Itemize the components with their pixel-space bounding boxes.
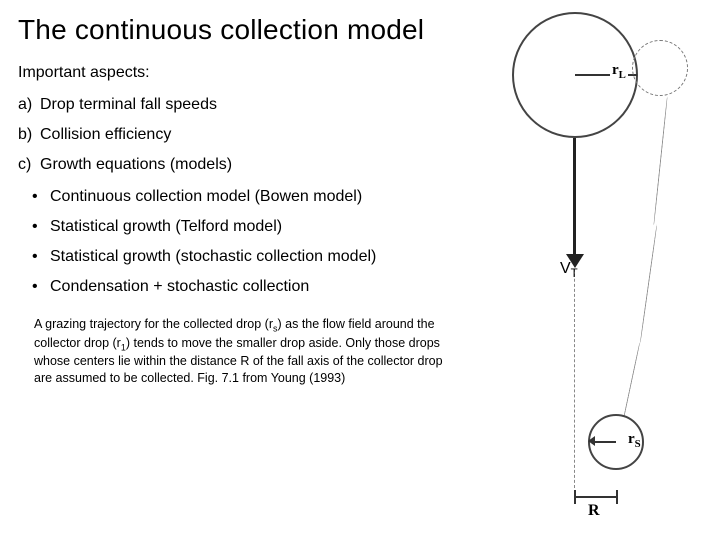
model-item: Condensation + stochastic collection xyxy=(36,278,500,296)
r-measure-line xyxy=(574,496,618,498)
subhead: Important aspects: xyxy=(18,64,500,82)
aspect-marker: c) xyxy=(18,156,40,174)
model-item: Statistical growth (Telford model) xyxy=(36,218,500,236)
models-list: Continuous collection model (Bowen model… xyxy=(18,188,500,296)
r-tick xyxy=(616,490,618,504)
rl-label: rL xyxy=(610,62,628,81)
rs-label: rS xyxy=(628,431,641,450)
figure-caption: A grazing trajectory for the collected d… xyxy=(18,308,448,387)
aspect-marker: b) xyxy=(18,126,40,144)
caption-text: A grazing trajectory for the collected d… xyxy=(34,317,273,331)
aspects-list: a)Drop terminal fall speeds b)Collision … xyxy=(18,96,500,174)
aspect-marker: a) xyxy=(18,96,40,114)
aspect-c: c)Growth equations (models) xyxy=(18,156,500,174)
model-item: Statistical growth (stochastic collectio… xyxy=(36,248,500,266)
vt-label: VT xyxy=(560,260,578,280)
trajectory-line xyxy=(653,96,668,225)
trajectory-line xyxy=(640,225,658,344)
fall-arrow xyxy=(573,138,576,256)
page-title: The continuous collection model xyxy=(18,14,500,46)
aspect-text: Growth equations (models) xyxy=(40,156,232,173)
collision-diagram: rL rS R xyxy=(510,6,710,526)
radius-line-rs xyxy=(592,441,616,443)
aspect-b: b)Collision efficiency xyxy=(18,126,500,144)
aspect-a: a)Drop terminal fall speeds xyxy=(18,96,500,114)
collected-drop-initial xyxy=(632,40,688,96)
r-label: R xyxy=(588,502,600,520)
model-item: Continuous collection model (Bowen model… xyxy=(36,188,500,206)
aspect-text: Drop terminal fall speeds xyxy=(40,96,217,113)
aspect-text: Collision efficiency xyxy=(40,126,171,143)
